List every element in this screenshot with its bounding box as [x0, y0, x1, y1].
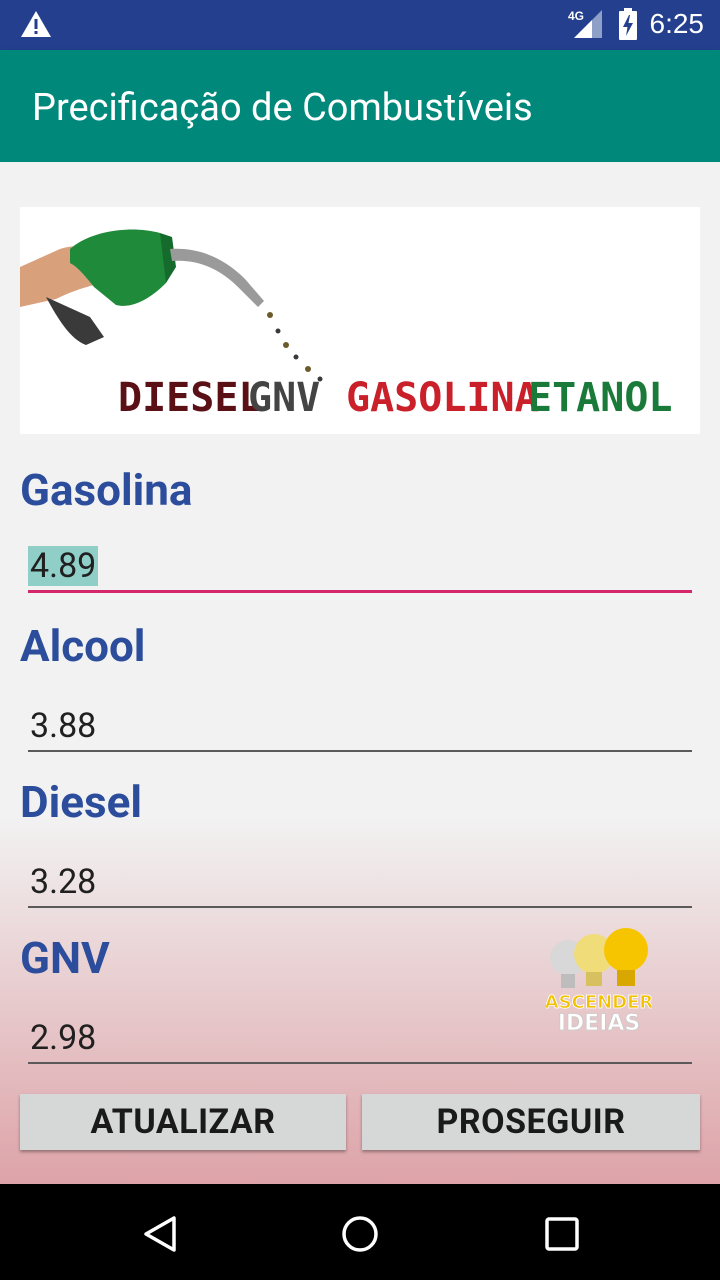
banner-word-diesel: DIESEL	[118, 375, 263, 421]
back-icon[interactable]	[140, 1214, 180, 1254]
proceed-button[interactable]: PROSEGUIR	[362, 1094, 700, 1150]
app-title: Precificação de Combustíveis	[32, 86, 533, 130]
network-type-label: 4G	[568, 9, 584, 23]
banner-word-etanol: ETANOL	[528, 375, 673, 421]
app-bar: Precificação de Combustíveis	[0, 50, 720, 162]
update-button[interactable]: ATUALIZAR	[20, 1094, 346, 1150]
warning-icon	[21, 11, 51, 37]
input-diesel[interactable]: 3.28	[28, 858, 692, 908]
logo-text-ideias: IDEIAS	[558, 1011, 641, 1036]
label-gasolina: Gasolina	[20, 464, 193, 516]
value-gasolina: 4.89	[28, 546, 99, 586]
input-gasolina[interactable]: 4.89	[28, 542, 692, 593]
value-diesel: 3.28	[30, 862, 97, 902]
navigation-bar	[0, 1184, 720, 1280]
recents-icon[interactable]	[542, 1214, 582, 1254]
label-diesel: Diesel	[20, 776, 143, 828]
battery-charging-icon	[618, 8, 637, 40]
fuel-banner-image: DIESEL GNV GASOLINA ETANOL	[20, 207, 700, 434]
clock: 6:25	[649, 8, 705, 39]
value-alcool: 3.88	[30, 706, 97, 746]
banner-word-gnv: GNV	[248, 375, 320, 421]
signal-icon: 4G	[568, 9, 602, 38]
logo-text-ascender: ASCENDER	[546, 992, 652, 1013]
input-alcool[interactable]: 3.88	[28, 702, 692, 752]
value-gnv: 2.98	[30, 1018, 97, 1058]
fuel-nozzle-illustration: DIESEL GNV GASOLINA ETANOL	[20, 229, 673, 421]
status-bar: 4G 6:25	[0, 0, 720, 50]
home-icon[interactable]	[340, 1214, 380, 1254]
label-gnv: GNV	[20, 932, 110, 984]
ascender-ideias-logo: ASCENDER IDEIAS	[546, 928, 652, 1036]
label-alcool: Alcool	[20, 620, 146, 672]
main-content: DIESEL GNV GASOLINA ETANOL Gasolina 4.89…	[0, 162, 720, 1184]
banner-word-gasolina: GASOLINA	[346, 375, 539, 421]
